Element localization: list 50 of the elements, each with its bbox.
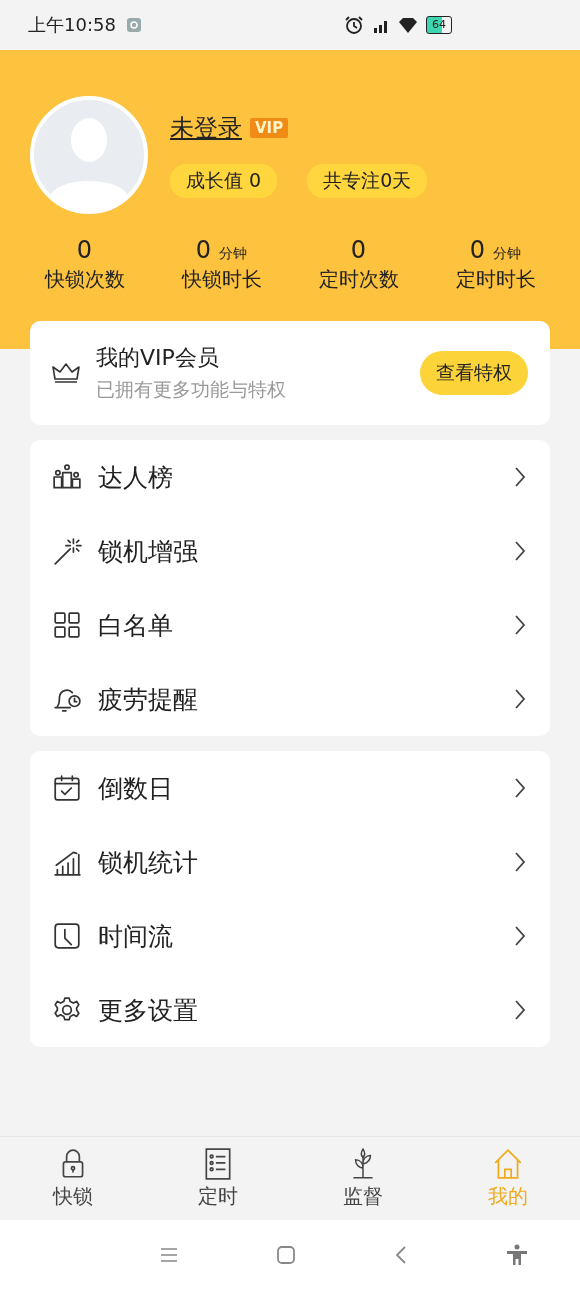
- stat-value: 0: [76, 236, 93, 264]
- view-privileges-button[interactable]: 查看特权: [420, 351, 528, 395]
- chevron-right-icon[interactable]: [514, 777, 526, 799]
- stat-value: 0: [469, 236, 486, 264]
- menu-item[interactable]: 锁机统计: [98, 845, 198, 879]
- chevron-right-icon[interactable]: [514, 688, 526, 710]
- stat-label: 快锁时长: [181, 266, 262, 293]
- menu-item[interactable]: 疲劳提醒: [98, 682, 198, 716]
- nav-tab[interactable]: 快锁: [0, 1137, 145, 1220]
- vip-badge: VIP: [250, 118, 289, 138]
- nav-tab[interactable]: 监督: [290, 1137, 435, 1220]
- menu-item[interactable]: 倒数日: [98, 771, 173, 805]
- vip-card[interactable]: 我的VIP会员 已拥有更多功能与特权 查看特权: [30, 321, 550, 425]
- grid-icon: [52, 610, 82, 640]
- status-time: 上午10:58: [28, 13, 116, 37]
- vip-title: 我的VIP会员: [96, 344, 220, 372]
- clock-icon: [52, 921, 82, 951]
- chevron-right-icon[interactable]: [514, 925, 526, 947]
- stat-value: 0: [350, 236, 367, 264]
- stat-unit: 分钟: [219, 245, 248, 263]
- stat-unit: 分钟: [493, 245, 522, 263]
- menu-item[interactable]: 更多设置: [98, 993, 198, 1027]
- podium-icon: [52, 462, 82, 492]
- menu-item[interactable]: 达人榜: [98, 460, 173, 494]
- chevron-right-icon[interactable]: [514, 999, 526, 1021]
- menu-item[interactable]: 锁机增强: [98, 534, 198, 568]
- chevron-right-icon[interactable]: [514, 614, 526, 636]
- accessibility-icon[interactable]: [506, 1243, 528, 1266]
- wifi-icon: [398, 16, 418, 34]
- chevron-right-icon[interactable]: [514, 466, 526, 488]
- calendar-icon: [52, 773, 82, 803]
- stat-label: 快锁次数: [44, 266, 125, 293]
- stat-chip: 共专注0天: [307, 164, 428, 198]
- nav-tab[interactable]: 定时: [145, 1137, 290, 1220]
- home-button-icon[interactable]: [277, 1245, 296, 1264]
- alarm-icon: [344, 15, 364, 35]
- menu-item[interactable]: 白名单: [98, 608, 173, 642]
- crown-icon: [52, 362, 80, 384]
- menu-item[interactable]: 时间流: [98, 919, 173, 953]
- chevron-right-icon[interactable]: [514, 540, 526, 562]
- stat-value: 0: [195, 236, 212, 264]
- back-icon[interactable]: [394, 1244, 407, 1265]
- stat-label: 定时时长: [455, 266, 536, 293]
- chevron-right-icon[interactable]: [514, 851, 526, 873]
- login-link[interactable]: 未登录: [170, 112, 242, 144]
- stat-chip: 成长值 0: [170, 164, 278, 198]
- magic-wand-icon: [52, 536, 82, 566]
- vip-subtitle: 已拥有更多功能与特权: [96, 377, 286, 402]
- stat-label: 定时次数: [318, 266, 399, 293]
- settings-icon: [125, 17, 142, 33]
